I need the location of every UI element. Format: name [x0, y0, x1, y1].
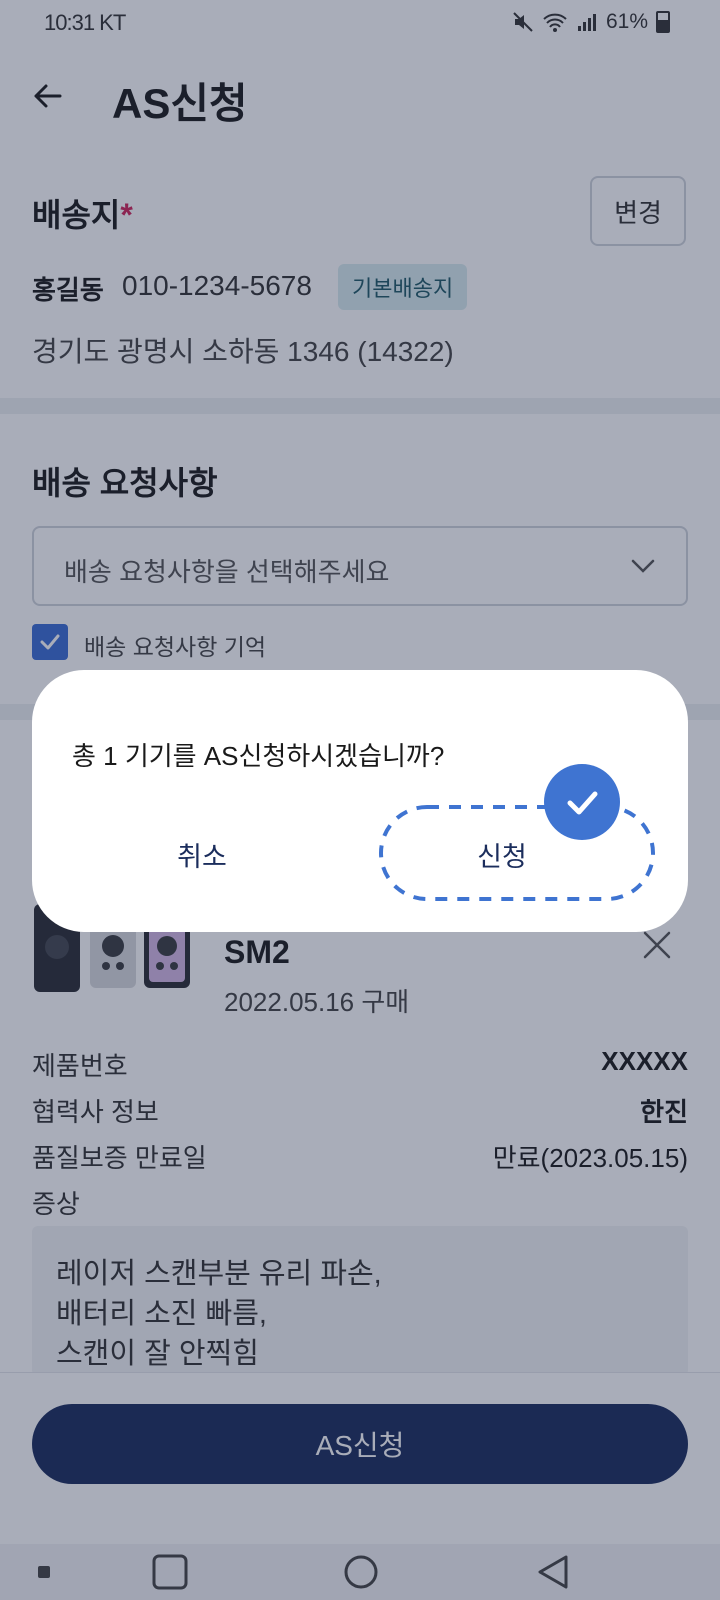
check-icon — [567, 791, 598, 815]
confirm-check-badge — [544, 764, 620, 840]
dialog-cancel-button[interactable]: 취소 — [142, 832, 262, 882]
dialog-message: 총 1 기기를 AS신청하시겠습니까? — [72, 741, 445, 771]
